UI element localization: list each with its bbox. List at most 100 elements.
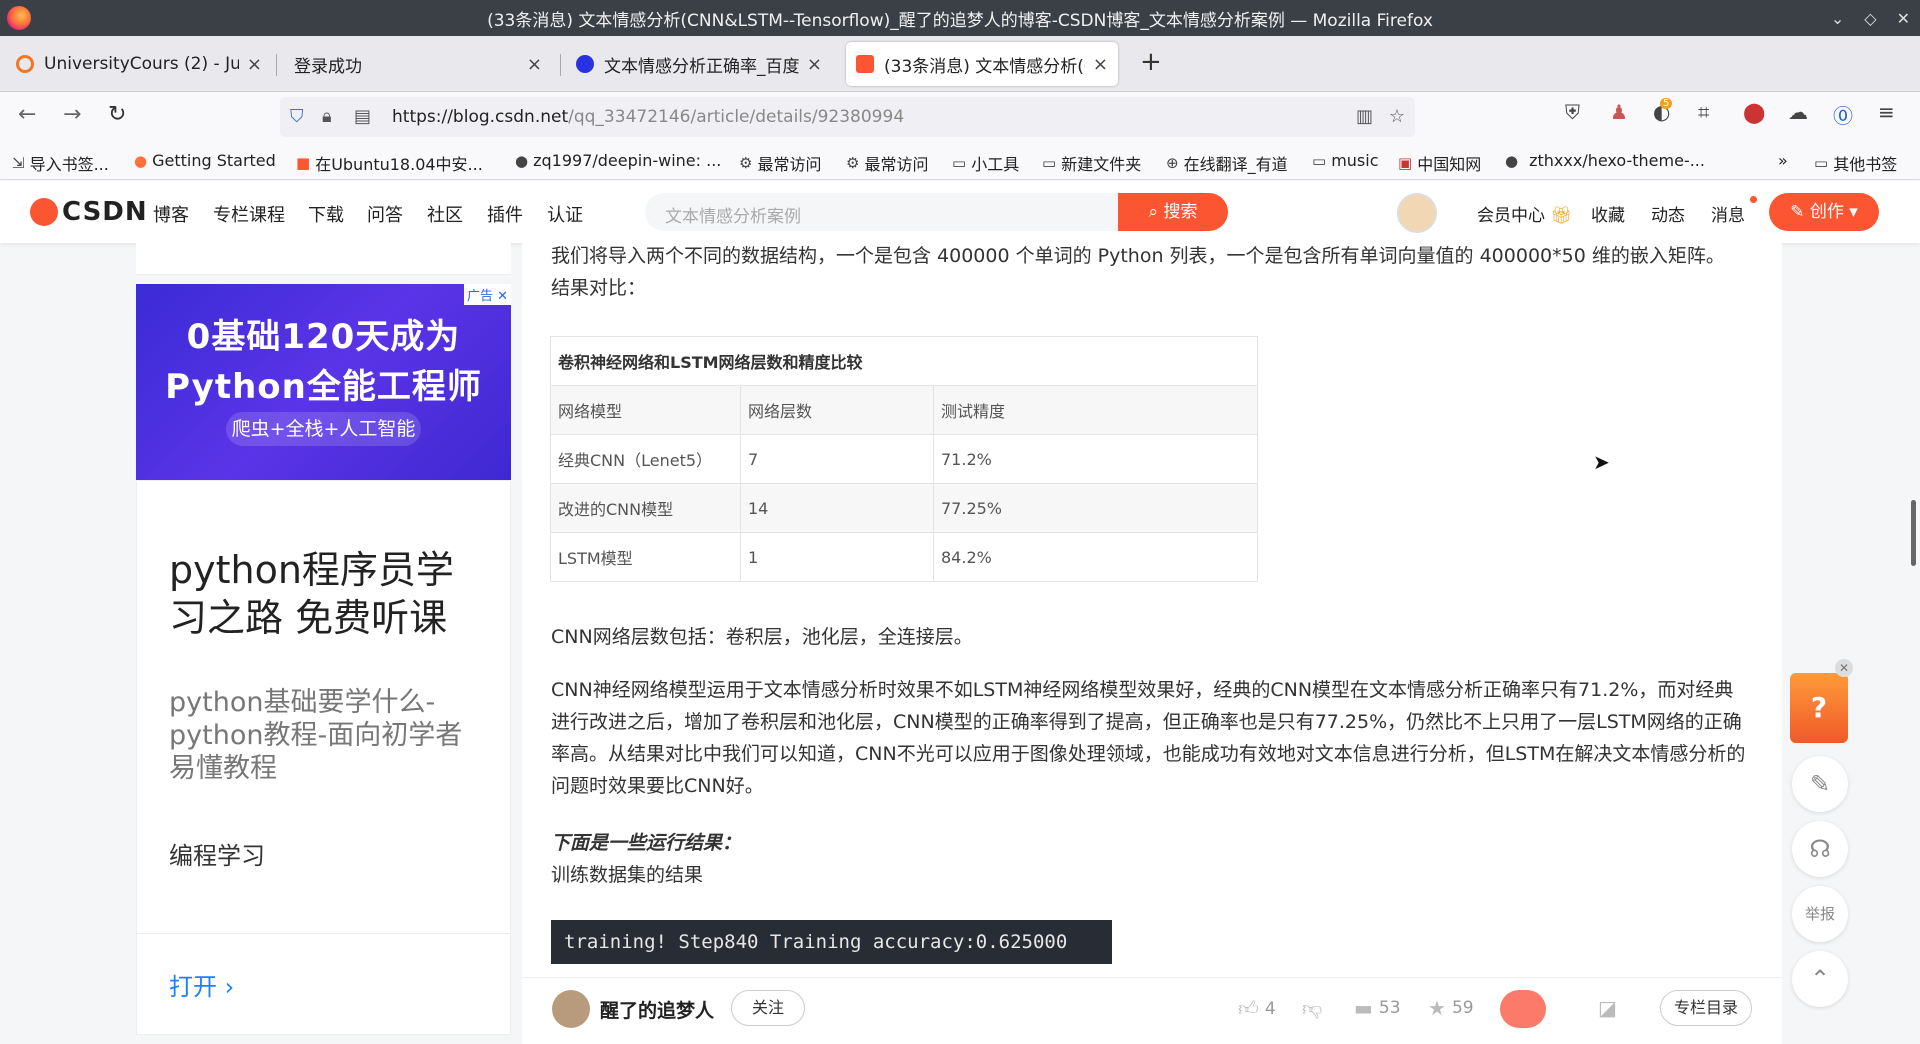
forward-icon[interactable]: → (63, 102, 81, 127)
adblock-icon[interactable]: ⬤ (1743, 100, 1765, 124)
table-cell: LSTM模型 (550, 532, 741, 582)
report-button[interactable]: 举报 (1792, 886, 1848, 942)
ad-open-link[interactable]: 打开 › (169, 967, 234, 1002)
nav-community[interactable]: 社区 (427, 201, 463, 227)
bookmark-item[interactable]: ▭ 新建文件夹 (1042, 151, 1141, 175)
reload-icon[interactable]: ↻ (108, 102, 126, 127)
table-row: 改进的CNN模型 14 77.25% (550, 483, 1258, 533)
tab-login[interactable]: 登录成功 × (282, 42, 552, 86)
lock-icon[interactable]: 🔒︎ (322, 106, 332, 127)
thumbs-down-icon: 👎︎ (1302, 996, 1323, 1020)
gift-box-icon[interactable]: ? (1790, 673, 1848, 743)
window-titlebar: (33条消息) 文本情感分析(CNN&LSTM--Tensorflow)_醒了的… (0, 0, 1920, 36)
minimize-icon[interactable]: ⌄ (1831, 9, 1844, 28)
close-icon[interactable]: ✕ (1835, 659, 1853, 677)
new-tab-button[interactable]: + (1140, 47, 1162, 77)
follow-button[interactable]: 关注 (731, 990, 805, 1026)
headset-icon[interactable]: ☊ (1792, 821, 1848, 877)
shield-icon[interactable]: ⛉ (290, 106, 304, 127)
bookmark-item[interactable]: ⇲ 导入书签... (12, 151, 109, 175)
favorites-link[interactable]: 收藏 (1591, 201, 1625, 226)
bookmark-item[interactable]: ● zthxxx/hexo-theme-... (1505, 151, 1705, 170)
bookmark-item[interactable]: ■ 在Ubuntu18.04中安... (296, 151, 483, 175)
messages-link[interactable]: 消息 (1711, 201, 1745, 226)
table-cell: 经典CNN（Lenet5） (550, 434, 741, 484)
tab-jupyter[interactable]: UniversityCours (2) - Jupyte × (6, 42, 272, 86)
share-button[interactable]: ◪ (1598, 996, 1617, 1020)
edit-icon[interactable]: ✎ (1792, 756, 1848, 812)
like-button[interactable]: 👍︎ 4 (1238, 996, 1276, 1021)
nav-download[interactable]: 下载 (308, 201, 344, 227)
bookmark-item[interactable]: ⚙ 最常访问 (846, 151, 928, 175)
bookmark-star-icon[interactable]: ☆ (1389, 106, 1405, 127)
search-input[interactable]: 文本情感分析案例 (665, 202, 801, 227)
bookmarks-overflow-icon[interactable]: » (1778, 151, 1788, 170)
nav-certification[interactable]: 认证 (547, 201, 583, 227)
create-button[interactable]: ✎ 创作 ▾ (1769, 193, 1879, 231)
table-cell: 7 (740, 434, 934, 484)
close-tab-icon[interactable]: × (807, 54, 822, 75)
back-to-top-icon[interactable]: ⌃ (1792, 951, 1848, 1007)
bookmark-item[interactable]: ▭ 小工具 (952, 151, 1019, 175)
nav-qa[interactable]: 问答 (367, 201, 403, 227)
extension-icon[interactable]: ♟ (1610, 100, 1628, 124)
dislike-button[interactable]: 👎︎ (1302, 996, 1322, 1021)
favorite-button[interactable]: ★ 59 (1428, 996, 1474, 1020)
ad-banner-line: 0基础120天成为 (186, 317, 461, 357)
table-cell: 改进的CNN模型 (550, 483, 741, 533)
author-name[interactable]: 醒了的追梦人 (600, 996, 714, 1023)
column-toc-button[interactable]: 专栏目录 (1660, 990, 1752, 1026)
maximize-icon[interactable]: ◇ (1864, 9, 1876, 28)
reader-view-icon[interactable]: ▥ (1356, 106, 1373, 127)
scrollbar[interactable] (1911, 500, 1916, 566)
csdn-logo-icon (30, 198, 58, 226)
tab-csdn[interactable]: (33条消息) 文本情感分析(CN × (846, 42, 1118, 86)
close-tab-icon[interactable]: × (527, 54, 542, 75)
ad-tag[interactable]: 广告 ✕ (463, 284, 511, 305)
nav-courses[interactable]: 专栏课程 (213, 201, 285, 227)
csdn-icon: ■ (296, 154, 311, 172)
menu-icon[interactable]: ≡ (1878, 100, 1895, 124)
nav-blog[interactable]: 博客 (153, 201, 189, 227)
vip-center-link[interactable]: 会员中心 🎁︎ (1477, 201, 1572, 226)
back-icon[interactable]: ← (18, 102, 36, 127)
globe-icon: ⊕ (1166, 154, 1179, 172)
ad-title[interactable]: python程序员学习之路 免费听课 (169, 546, 479, 642)
tab-baidu[interactable]: 文本情感分析正确率_百度搜 × (566, 42, 832, 86)
bookmark-item[interactable]: ▭ music (1312, 151, 1379, 170)
ad-banner[interactable]: 0基础120天成为 Python全能工程师 爬虫+全栈+人工智能 广告 ✕ (136, 284, 511, 480)
url-bar[interactable]: ⛉ 🔒︎ ▤ https://blog.csdn.net/qq_33472146… (280, 97, 1415, 137)
csdn-header: CSDN 博客 专栏课程 下载 问答 社区 插件 认证 文本情感分析案例 ⌕ 搜… (0, 181, 1920, 243)
avatar[interactable] (1397, 193, 1437, 233)
table-cell: 14 (740, 483, 934, 533)
ad-card[interactable]: python程序员学习之路 免费听课 python基础要学什么-python教程… (136, 480, 511, 1035)
url-text[interactable]: https://blog.csdn.net/qq_33472146/articl… (392, 107, 904, 127)
permissions-icon[interactable]: ▤ (354, 106, 371, 127)
share-icon: ◪ (1598, 996, 1617, 1020)
bookmark-item[interactable]: ⊕ 在线翻译_有道 (1166, 151, 1288, 175)
reward-button[interactable] (1500, 990, 1546, 1028)
close-ad-icon[interactable]: ✕ (497, 289, 508, 304)
bookmark-item[interactable]: ▣ 中国知网 (1398, 151, 1481, 175)
pocket-icon[interactable]: ⛨ (1565, 100, 1580, 124)
search-box[interactable]: 文本情感分析案例 ⌕ 搜索 (645, 193, 1228, 231)
search-button[interactable]: ⌕ 搜索 (1118, 193, 1228, 231)
bookmark-item[interactable]: ● Getting Started (134, 151, 276, 170)
author-avatar[interactable] (552, 990, 590, 1028)
bitwarden-icon[interactable]: ⓪ (1833, 100, 1853, 129)
bookmark-item[interactable]: ▭ 其他书签 (1814, 151, 1897, 175)
comment-button[interactable]: ▬ 53 (1354, 996, 1401, 1020)
bookmark-item[interactable]: ● zq1997/deepin-wine: ... (515, 151, 721, 170)
activity-link[interactable]: 动态 (1651, 201, 1685, 226)
csdn-logo[interactable]: CSDN (30, 197, 148, 227)
close-window-icon[interactable]: ✕ (1897, 9, 1910, 28)
close-tab-icon[interactable]: × (247, 54, 262, 75)
article-paragraph: 训练数据集的结果 (551, 864, 704, 886)
article-paragraph: CNN网络层数包括：卷积层，池化层，全连接层。 (551, 626, 973, 648)
extension-icon[interactable]: ☁ (1788, 100, 1808, 124)
close-tab-icon[interactable]: × (1093, 54, 1108, 75)
nav-plugins[interactable]: 插件 (487, 201, 523, 227)
crop-icon[interactable]: ⌗ (1698, 100, 1709, 124)
comment-icon: ▬ (1354, 996, 1373, 1020)
bookmark-item[interactable]: ⚙ 最常访问 (739, 151, 821, 175)
